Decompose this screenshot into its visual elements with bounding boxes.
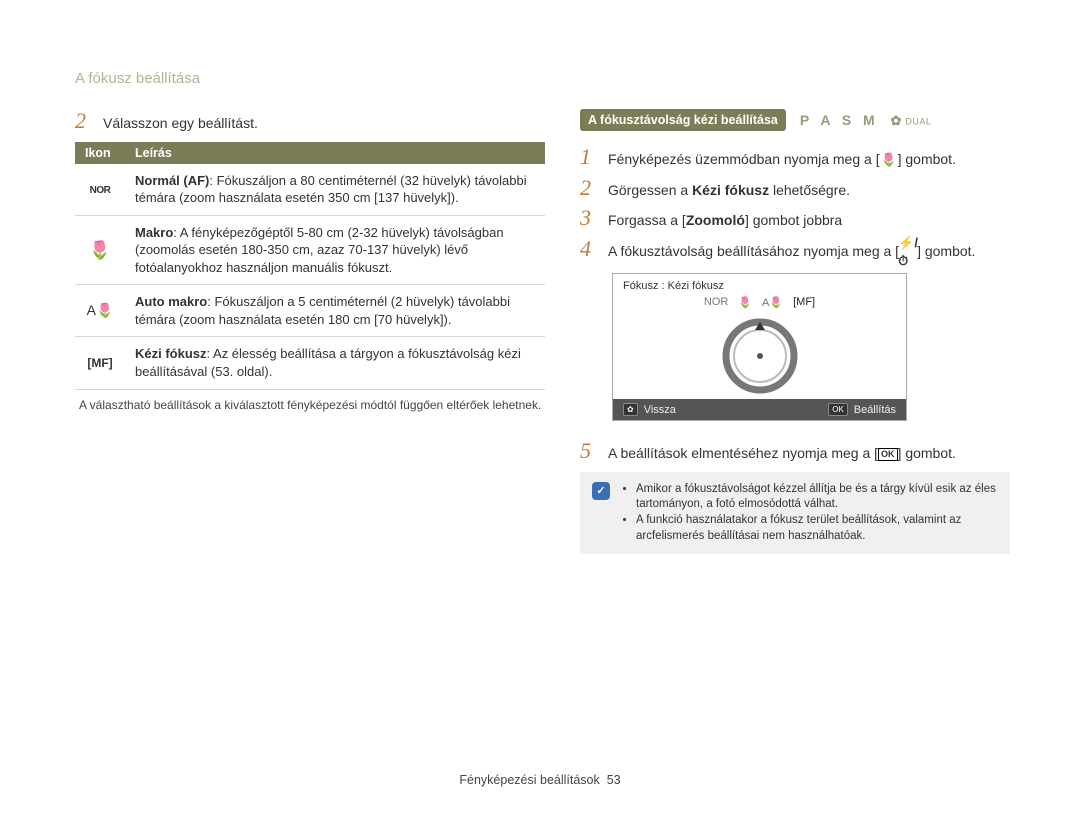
- flash-timer-icon: ⚡/⏱: [899, 245, 917, 259]
- page-title: A fókusz beállítása: [75, 70, 1010, 87]
- step-text: Görgessen a Kézi fókusz lehetőségre.: [608, 181, 1010, 201]
- ok-icon: OK: [878, 448, 898, 461]
- macro-icon: 🌷: [880, 153, 898, 167]
- auto-macro-icon: A🌷: [87, 302, 114, 318]
- row-desc: Auto makro: Fókuszáljon a 5 centiméterné…: [125, 285, 545, 337]
- row-desc: Makro: A fényképezőgéptől 5-80 cm (2-32 …: [125, 215, 545, 285]
- camera-display: Fókusz : Kézi fókusz NOR 🌷 A🌷 [MF]: [612, 273, 907, 421]
- info-box: ✓ Amikor a fókusztávolságot kézzel állít…: [580, 472, 1010, 554]
- subhead-badge: A fókusztávolság kézi beállítása: [580, 109, 786, 131]
- manual-focus-icon: [MF]: [87, 356, 112, 370]
- step-number: 4: [580, 237, 598, 261]
- table-head-desc: Leírás: [125, 142, 545, 164]
- step-text: Fényképezés üzemmódban nyomja meg a [🌷] …: [608, 150, 1010, 170]
- macro-icon: 🌷: [89, 240, 111, 260]
- table-row: [MF] Kézi fókusz: Az élesség beállítása …: [75, 337, 545, 389]
- step-number: 3: [580, 206, 598, 230]
- ok-icon: OK: [828, 403, 848, 416]
- step-number: 2: [580, 176, 598, 200]
- camera-set-label: OK Beállítás: [828, 403, 896, 416]
- info-icon: ✓: [592, 482, 610, 500]
- camera-mode-label: Fókusz : Kézi fókusz: [613, 274, 906, 294]
- focus-dial-icon: [711, 317, 809, 395]
- row-desc: Kézi fókusz: Az élesség beállítása a tár…: [125, 337, 545, 389]
- info-item: A funkció használatakor a fókusz terület…: [636, 513, 998, 544]
- step-number: 2: [75, 109, 93, 133]
- table-head-icon: Ikon: [75, 142, 125, 164]
- step-text: Válasszon egy beállítást.: [103, 114, 545, 134]
- menu-icon: ✿: [623, 403, 638, 416]
- step-text: A beállítások elmentéséhez nyomja meg a …: [608, 444, 1010, 464]
- row-desc: Normál (AF): Fókuszáljon a 80 centiméter…: [125, 164, 545, 216]
- step-number: 1: [580, 145, 598, 169]
- footnote: A választható beállítások a kiválasztott…: [75, 398, 545, 414]
- step-text: Forgassa a [Zoomoló] gombot jobbra: [608, 211, 1010, 231]
- step-number: 5: [580, 439, 598, 463]
- table-row: NOR Normál (AF): Fókuszáljon a 80 centim…: [75, 164, 545, 216]
- table-row: A🌷 Auto makro: Fókuszáljon a 5 centiméte…: [75, 285, 545, 337]
- normal-af-icon: NOR: [90, 185, 111, 196]
- table-row: 🌷 Makro: A fényképezőgéptől 5-80 cm (2-3…: [75, 215, 545, 285]
- definitions-table: Ikon Leírás NOR Normál (AF): Fókuszáljon…: [75, 142, 545, 390]
- mode-letters: P A S M ✿DUAL: [800, 112, 932, 129]
- step-text: A fókusztávolság beállításához nyomja me…: [608, 242, 1010, 262]
- info-item: Amikor a fókusztávolságot kézzel állítja…: [636, 482, 998, 513]
- right-column: A fókusztávolság kézi beállítása P A S M…: [580, 109, 1010, 554]
- camera-mode-icons: NOR 🌷 A🌷 [MF]: [613, 294, 906, 313]
- left-column: 2 Válasszon egy beállítást. Ikon Leírás …: [75, 109, 545, 554]
- camera-back-label: ✿ Vissza: [623, 403, 676, 416]
- page-footer: Fényképezési beállítások 53: [0, 773, 1080, 787]
